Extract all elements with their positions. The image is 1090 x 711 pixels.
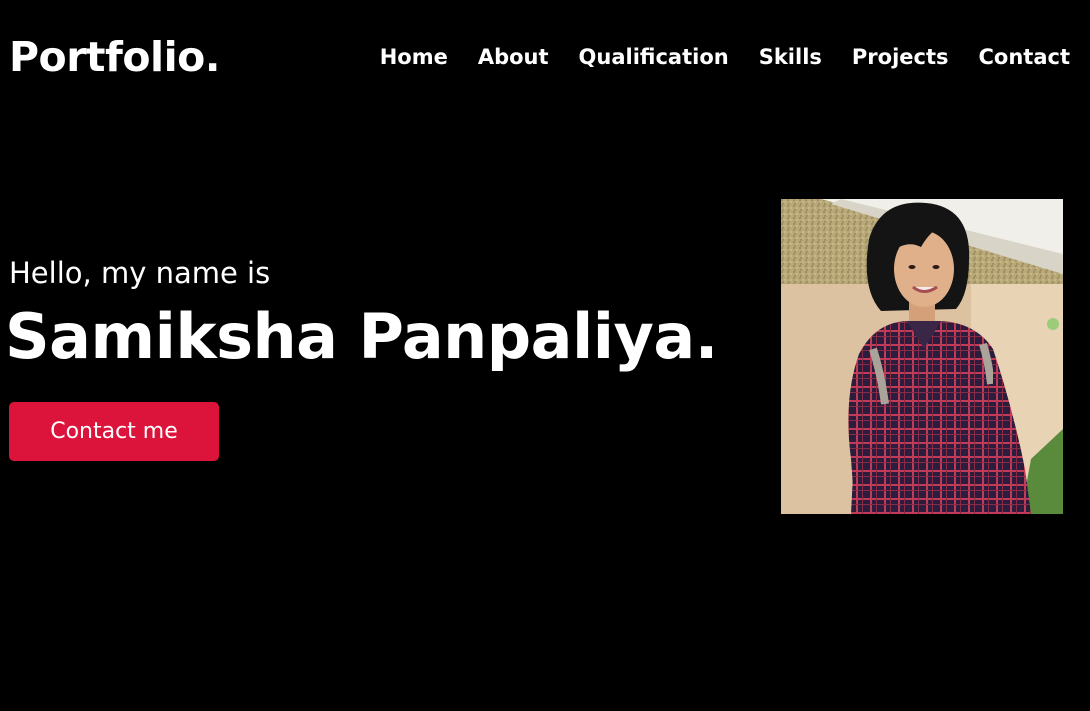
- nav-about[interactable]: About: [478, 40, 549, 74]
- nav-skills[interactable]: Skills: [759, 40, 822, 74]
- nav-home[interactable]: Home: [380, 40, 448, 74]
- nav-qualification[interactable]: Qualification: [579, 40, 729, 74]
- hero-greeting: Hello, my name is: [9, 256, 271, 290]
- profile-photo: [781, 199, 1063, 514]
- nav-projects[interactable]: Projects: [852, 40, 949, 74]
- nav-contact[interactable]: Contact: [979, 40, 1071, 74]
- contact-me-button[interactable]: Contact me: [9, 402, 219, 461]
- portfolio-page: Portfolio. Home About Qualification Skil…: [0, 0, 1090, 711]
- main-nav: Home About Qualification Skills Projects…: [380, 40, 1070, 74]
- hero-name: Samiksha Panpaliya.: [5, 300, 718, 373]
- site-logo[interactable]: Portfolio.: [9, 30, 220, 84]
